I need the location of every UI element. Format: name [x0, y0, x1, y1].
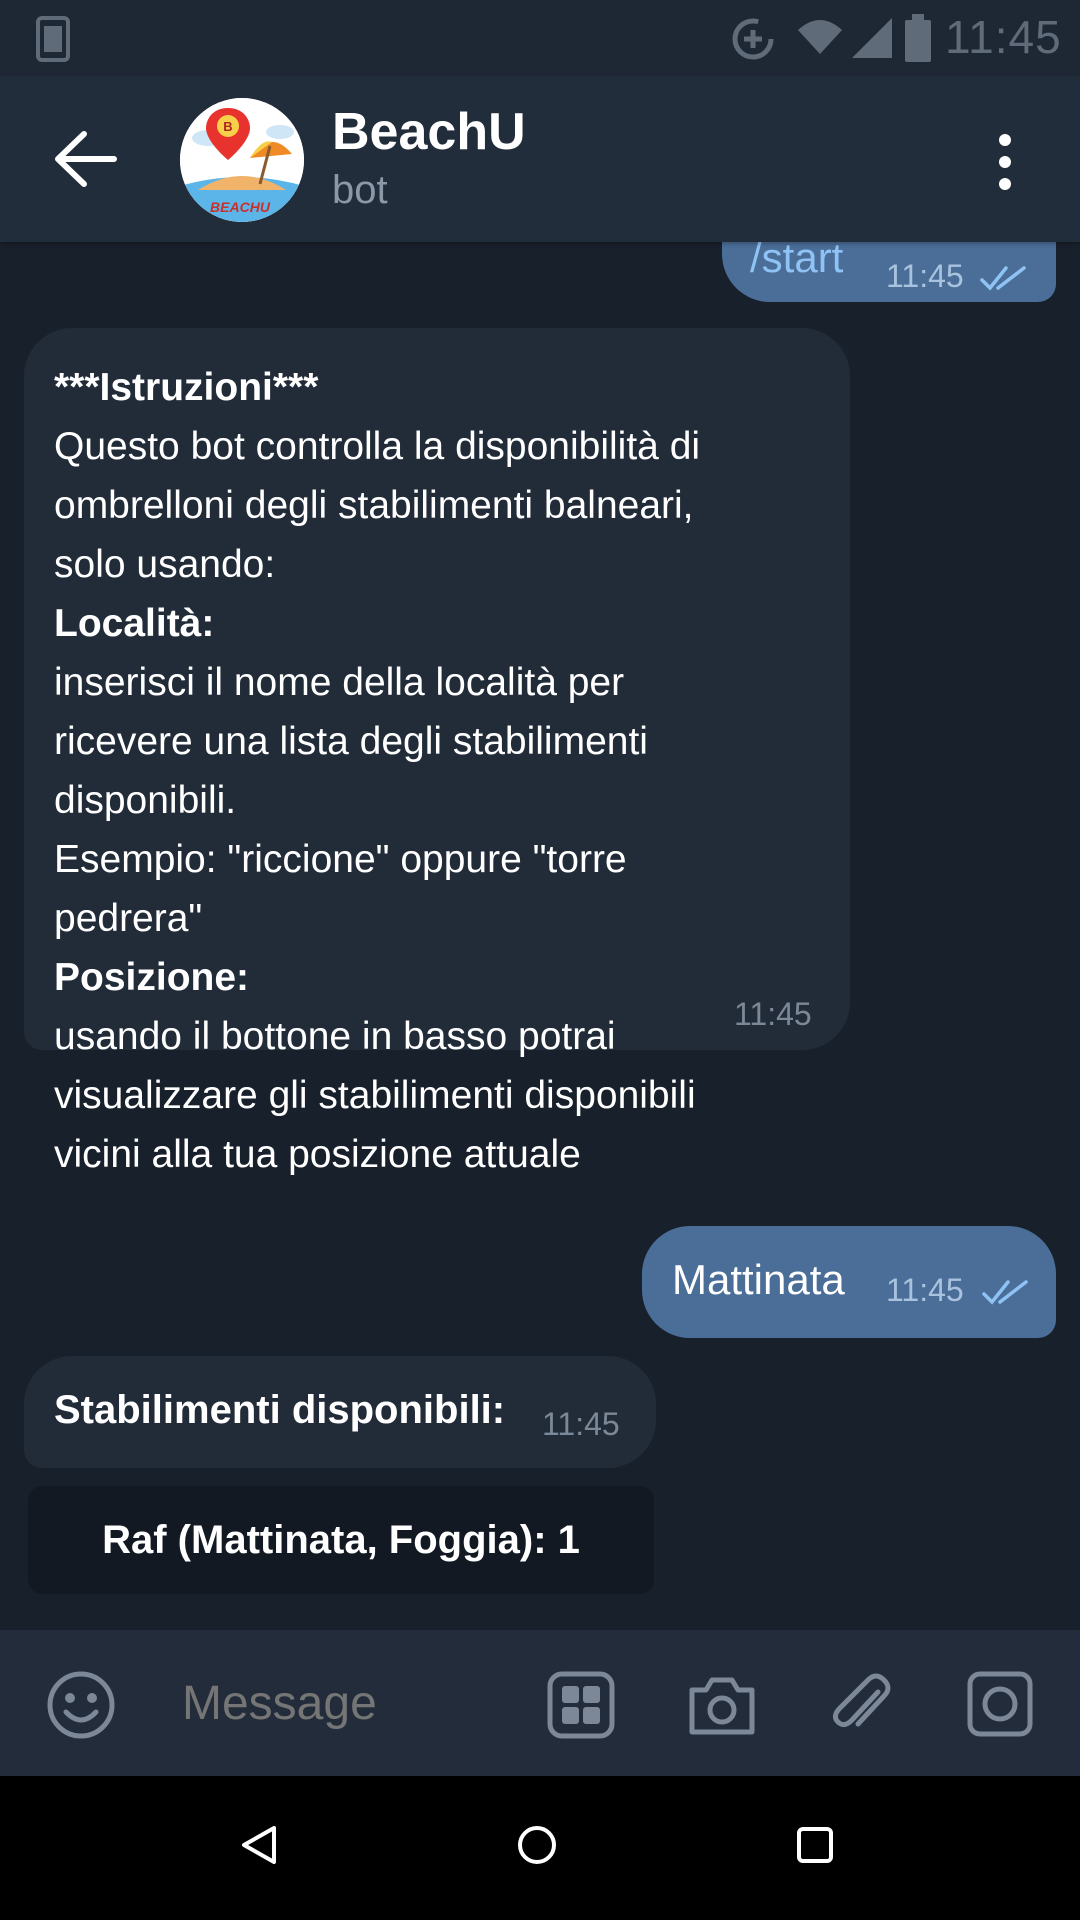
message-time: 11:45 [886, 1272, 964, 1308]
message-line: pedrera" [54, 897, 203, 940]
message-line: Esempio: "riccione" oppure "torre [54, 838, 627, 881]
signal-icon [852, 18, 892, 58]
message-text[interactable]: ***Istruzioni*** Questo bot controlla la… [54, 358, 844, 1184]
message-line: Località: [54, 602, 215, 645]
bot-commands-icon[interactable] [546, 1670, 616, 1740]
nav-back-icon[interactable] [236, 1822, 282, 1868]
video-message-icon[interactable] [966, 1670, 1034, 1740]
message-outgoing[interactable]: /start 11:45 [722, 242, 1056, 302]
message-text[interactable]: /start [750, 242, 843, 282]
chat-title[interactable]: BeachU [332, 102, 526, 162]
message-line: visualizzare gli stabilimenti disponibil… [54, 1074, 696, 1117]
double-check-icon [982, 1280, 1028, 1305]
bot-avatar[interactable]: B BEACHU [180, 98, 304, 222]
chat-header: B BEACHU BeachU bot [0, 76, 1080, 242]
message-outgoing[interactable]: Mattinata 11:45 [642, 1226, 1056, 1338]
message-line: disponibili. [54, 779, 237, 822]
message-time: 11:45 [886, 258, 964, 294]
wifi-icon [798, 20, 842, 54]
back-arrow-icon[interactable] [52, 128, 118, 190]
message-line: Posizione: [54, 956, 250, 999]
chat-subtitle: bot [332, 168, 388, 212]
more-vertical-icon[interactable] [990, 132, 1020, 192]
status-bar: 11:45 [0, 0, 1080, 76]
nav-home-icon[interactable] [514, 1822, 560, 1868]
message-line: solo usando: [54, 543, 276, 586]
svg-text:BEACHU: BEACHU [210, 199, 271, 215]
message-line: ricevere una lista degli stabilimenti [54, 720, 648, 763]
svg-text:B: B [223, 119, 232, 134]
message-line: inserisci il nome della località per [54, 661, 625, 704]
message-input-bar [0, 1630, 1080, 1776]
battery-icon [905, 14, 931, 62]
system-nav-bar [0, 1776, 1080, 1920]
message-line: vicini alla tua posizione attuale [54, 1133, 581, 1176]
message-line: usando il bottone in basso potrai [54, 1015, 616, 1058]
message-line: ombrelloni degli stabilimenti balneari, [54, 484, 694, 527]
nav-recents-icon[interactable] [792, 1822, 838, 1868]
chat-area[interactable]: /start 11:45 ***Istruzioni*** Questo bot… [0, 242, 1080, 1630]
message-time: 11:45 [542, 1406, 620, 1442]
attach-icon[interactable] [830, 1670, 896, 1740]
camera-icon[interactable] [686, 1670, 758, 1740]
double-check-icon [980, 266, 1026, 291]
beachu-logo: B BEACHU [180, 98, 304, 222]
status-clock: 11:45 [945, 11, 1062, 63]
message-line: ***Istruzioni*** [54, 366, 319, 409]
message-incoming[interactable]: Stabilimenti disponibili: 11:45 [24, 1356, 656, 1468]
inline-keyboard-button[interactable]: Raf (Mattinata, Foggia): 1 [28, 1486, 654, 1594]
message-line: Questo bot controlla la disponibilità di [54, 425, 701, 468]
message-incoming-instructions[interactable]: ***Istruzioni*** Questo bot controlla la… [24, 328, 850, 1176]
message-text[interactable]: Stabilimenti disponibili: [54, 1388, 505, 1433]
emoji-icon[interactable] [46, 1670, 116, 1740]
message-text[interactable]: Mattinata [672, 1256, 845, 1304]
message-input[interactable] [180, 1668, 500, 1738]
message-time: 11:45 [734, 996, 812, 1032]
data-saver-icon [732, 18, 774, 60]
phone-icon [36, 16, 70, 62]
